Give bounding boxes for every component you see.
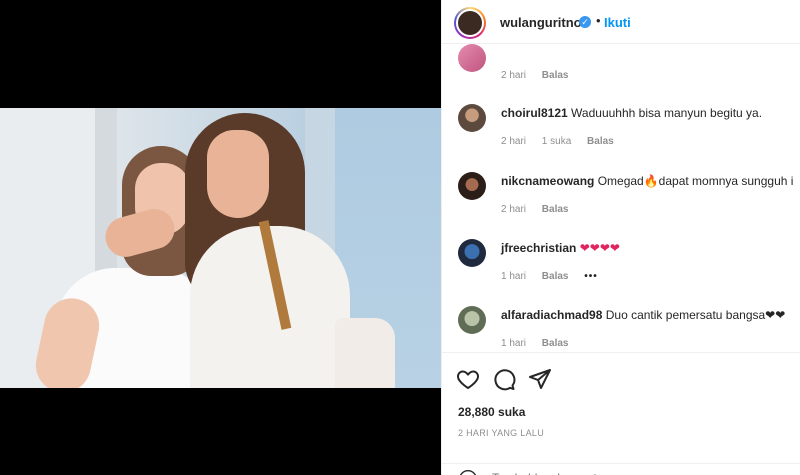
comment-line: jfreechristian ❤❤❤❤ bbox=[501, 241, 620, 255]
separator-dot: • bbox=[596, 13, 601, 28]
comment-meta: 2 hari Balas bbox=[501, 204, 581, 215]
comment-item: choirul8121 Waduuuhhh bisa manyun begitu… bbox=[442, 96, 800, 164]
comment-username[interactable]: choirul8121 bbox=[501, 106, 568, 120]
post-media bbox=[0, 0, 441, 475]
comment-icon[interactable] bbox=[492, 367, 516, 391]
comment-line: alfaradiachmad98 Duo cantik pemersatu ba… bbox=[501, 308, 785, 322]
comment-time[interactable]: 1 hari bbox=[501, 271, 526, 282]
add-comment-input[interactable] bbox=[492, 471, 782, 475]
comment-username[interactable]: jfreechristian bbox=[501, 241, 576, 255]
comment-line: choirul8121 Waduuuhhh bisa manyun begitu… bbox=[501, 106, 762, 120]
comment-meta: 1 hari Balas bbox=[501, 338, 581, 349]
comments-list[interactable]: 2 hari Balas choirul8121 Waduuuhhh bisa … bbox=[442, 44, 800, 352]
comment-item: 2 hari Balas bbox=[442, 44, 800, 90]
person-right-face bbox=[207, 130, 269, 218]
emoji-icon[interactable] bbox=[458, 469, 478, 475]
comment-line: nikcnameowang Omegad🔥dapat momnya sunggu… bbox=[501, 174, 793, 188]
post-sidebar: wulanguritno ✓ • Ikuti 2 hari Balas choi… bbox=[441, 0, 800, 475]
comment-avatar[interactable] bbox=[458, 44, 486, 72]
comment-text: Duo cantik pemersatu bangsa❤❤ bbox=[605, 308, 786, 322]
comment-username[interactable]: nikcnameowang bbox=[501, 174, 594, 188]
comment-meta: 2 hari 1 suka Balas bbox=[501, 136, 627, 147]
verified-icon: ✓ bbox=[579, 16, 591, 28]
comment-avatar[interactable] bbox=[458, 104, 486, 132]
avatar[interactable] bbox=[454, 7, 486, 39]
more-options-icon[interactable]: ••• bbox=[584, 271, 598, 282]
reply-button[interactable]: Balas bbox=[587, 136, 614, 147]
avatar-image bbox=[456, 9, 484, 37]
comment-username[interactable]: alfaradiachmad98 bbox=[501, 308, 602, 322]
post-time[interactable]: 2 HARI YANG LALU bbox=[458, 428, 544, 438]
comment-item: alfaradiachmad98 Duo cantik pemersatu ba… bbox=[442, 298, 800, 352]
reply-button[interactable]: Balas bbox=[542, 338, 569, 349]
add-comment-row bbox=[442, 463, 800, 475]
comment-text: ❤❤❤❤ bbox=[579, 241, 620, 255]
post-actions: 28,880 suka 2 HARI YANG LALU bbox=[442, 352, 800, 475]
comment-item: jfreechristian ❤❤❤❤ 1 hari Balas ••• bbox=[442, 231, 800, 299]
comment-meta: 2 hari Balas bbox=[501, 70, 581, 81]
follow-button[interactable]: Ikuti bbox=[604, 15, 631, 30]
comment-item: nikcnameowang Omegad🔥dapat momnya sunggu… bbox=[442, 164, 800, 232]
comment-likes[interactable]: 1 suka bbox=[542, 136, 571, 147]
reply-button[interactable]: Balas bbox=[542, 204, 569, 215]
comment-meta: 1 hari Balas ••• bbox=[501, 271, 611, 282]
reply-button[interactable]: Balas bbox=[542, 70, 569, 81]
comment-avatar[interactable] bbox=[458, 172, 486, 200]
share-icon[interactable] bbox=[528, 367, 552, 391]
comment-text: Omegad🔥dapat momnya sungguh i bbox=[597, 174, 794, 188]
post-header: wulanguritno ✓ • Ikuti bbox=[442, 0, 800, 44]
heart-icon[interactable] bbox=[456, 367, 480, 391]
comment-time[interactable]: 1 hari bbox=[501, 338, 526, 349]
post-photo[interactable] bbox=[0, 108, 441, 388]
handbag bbox=[335, 318, 395, 388]
comment-time[interactable]: 2 hari bbox=[501, 70, 526, 81]
reply-button[interactable]: Balas bbox=[542, 271, 569, 282]
post-username[interactable]: wulanguritno bbox=[500, 15, 582, 30]
comment-avatar[interactable] bbox=[458, 306, 486, 334]
comment-text: Waduuuhhh bisa manyun begitu ya. bbox=[571, 106, 763, 120]
comment-avatar[interactable] bbox=[458, 239, 486, 267]
comment-time[interactable]: 2 hari bbox=[501, 136, 526, 147]
comment-time[interactable]: 2 hari bbox=[501, 204, 526, 215]
likes-count[interactable]: 28,880 suka bbox=[458, 405, 525, 419]
